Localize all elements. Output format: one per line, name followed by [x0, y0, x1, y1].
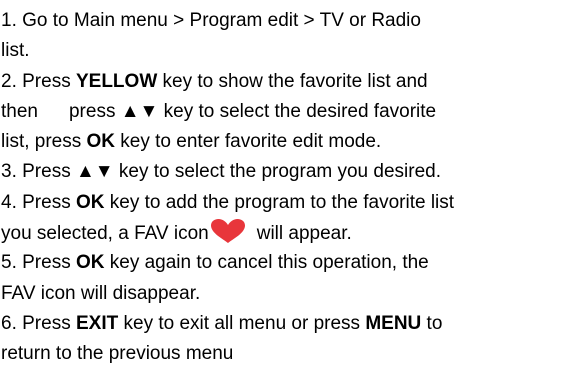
step-6-line-1: 6. Press EXIT key to exit all menu or pr…	[1, 312, 443, 334]
heart-icon	[209, 218, 247, 244]
step-1-line-2: list.	[1, 40, 30, 62]
step-6-line-2: return to the previous menu	[1, 343, 234, 365]
step-4-line-2: you selected, a FAV icon will appear.	[1, 218, 563, 248]
ok-key-label: OK	[86, 131, 116, 153]
step-4-line-1: 4. Press OK key to add the program to th…	[1, 191, 455, 213]
up-down-arrows-icon: ▲▼	[75, 161, 114, 183]
up-down-arrows-icon: ▲▼	[120, 100, 159, 122]
exit-key-label: EXIT	[75, 312, 119, 334]
step-2-line-1: 2. Press YELLOW key to show the favorite…	[1, 70, 428, 92]
step-1-line-1: 1. Go to Main menu > Program edit > TV o…	[1, 10, 421, 31]
step-2-line-3: list, press OK key to enter favorite edi…	[1, 131, 382, 153]
yellow-key-label: YELLOW	[75, 70, 158, 92]
step-5-line-1: 5. Press OK key again to cancel this ope…	[1, 252, 429, 274]
instruction-text: 1. Go to Main menu > Program edit > TV o…	[1, 6, 563, 370]
ok-key-label: OK	[75, 252, 105, 274]
step-2-line-2: then press ▲▼ key to select the desired f…	[1, 100, 437, 122]
step-5-line-2: FAV icon will disappear.	[1, 282, 201, 304]
menu-key-label: MENU	[365, 312, 422, 334]
ok-key-label: OK	[75, 191, 105, 213]
step-3-line-1: 3. Press ▲▼ key to select the program yo…	[1, 161, 441, 183]
